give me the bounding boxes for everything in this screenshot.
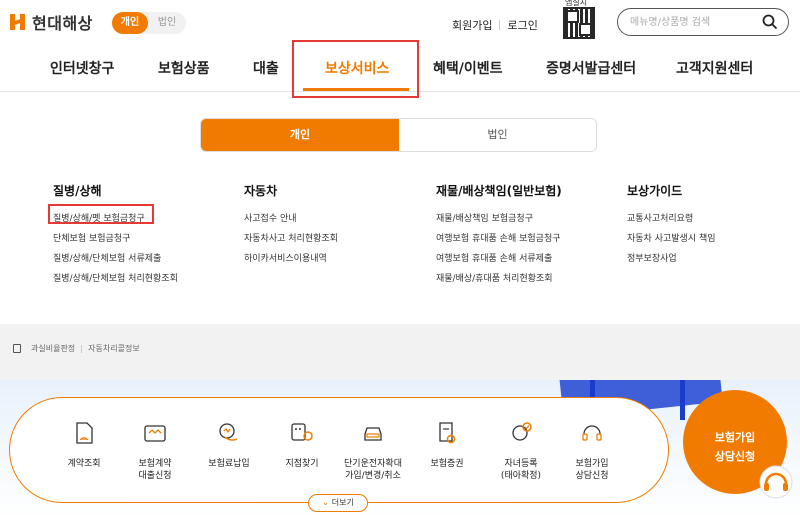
divider	[499, 20, 501, 30]
toggle-corporate[interactable]: 법인	[150, 12, 184, 34]
quick-short-term-driver[interactable]: 단기운전자확대 가입/변경/취소	[338, 420, 408, 482]
logo[interactable]: 현대해상	[8, 10, 93, 34]
menu-link[interactable]: 여행보험 휴대품 손해 보험금청구	[436, 229, 562, 249]
gnb-internet-window[interactable]: 인터넷창구	[50, 58, 114, 78]
utility-links: 회원가입 로그인	[452, 17, 538, 33]
chevron-down-icon: ⌄	[322, 498, 329, 507]
tab-personal[interactable]: 개인	[201, 119, 399, 151]
more-label: 더보기	[331, 498, 354, 507]
quick-label: 보험증권	[430, 459, 464, 469]
gnb-customer-support[interactable]: 고객지원센터	[676, 58, 753, 78]
map-pin-icon	[291, 423, 313, 441]
divider	[81, 344, 83, 353]
menu-link[interactable]: 자동차 사고발생시 책임	[627, 229, 716, 249]
quick-find-branch[interactable]: 지점찾기	[267, 420, 337, 470]
consultation-label: 보험가입 상담신청	[683, 428, 787, 466]
column-title: 질병/상해	[53, 184, 102, 198]
menu-link[interactable]: 재물/배상책임 보험금청구	[436, 209, 562, 229]
gnb-benefits-events[interactable]: 혜택/이벤트	[433, 58, 503, 78]
breadcrumb: 과실비율판정 자동차리콜정보	[13, 343, 140, 354]
nav-highlight-box	[292, 40, 419, 98]
document-search-icon	[76, 422, 93, 444]
menu-link[interactable]: 하이카서비스이용내역	[244, 249, 338, 269]
menu-link[interactable]: 자동차사고 처리현황조회	[244, 229, 338, 249]
menu-column-illness: 질병/상해 질병/상해/펫 보험금청구 단체보험 보험금청구 질병/상해/단체보…	[53, 182, 178, 289]
menu-column-guide: 보상가이드 교통사고처리요령 자동차 사고발생시 책임 정부보장사업	[627, 182, 716, 269]
menu-link[interactable]: 여행보험 휴대품 손해 서류제출	[436, 249, 562, 269]
wallet-icon	[144, 425, 166, 442]
quick-label: 보험가입 상담신청	[575, 459, 609, 481]
search-input[interactable]	[630, 14, 760, 30]
quick-label: 계약조회	[67, 459, 101, 469]
gnb-insurance-products[interactable]: 보험상품	[158, 58, 210, 78]
menu-column-property: 재물/배상책임(일반보험) 재물/배상책임 보험금청구 여행보험 휴대품 손해 …	[436, 182, 562, 289]
car-icon	[364, 427, 382, 441]
menu-link[interactable]: 질병/상해/단체보험 처리현황조회	[53, 269, 178, 289]
menu-link[interactable]: 정부보장사업	[627, 249, 716, 269]
column-title: 자동차	[244, 184, 278, 198]
consultation-line1: 보험가입	[714, 431, 756, 444]
logo-icon	[8, 12, 28, 32]
menu-link[interactable]: 교통사고처리요령	[627, 209, 716, 229]
document-icon	[13, 344, 21, 353]
quick-child-registration[interactable]: 자녀등록 (태아확정)	[486, 420, 556, 482]
quick-premium-payment[interactable]: 보험료납입	[194, 420, 264, 470]
quick-label: 보험료납입	[208, 459, 250, 469]
login-link[interactable]: 로그인	[507, 17, 537, 33]
logo-text: 현대해상	[32, 14, 93, 33]
menu-link[interactable]: 재물/배상/휴대품 처리현황조회	[436, 269, 562, 289]
gnb-certificate-center[interactable]: 증명서발급센터	[546, 58, 636, 78]
breadcrumb-link[interactable]: 과실비율판정	[31, 343, 75, 354]
quick-label: 자녀등록 (태아확정)	[500, 459, 542, 481]
more-button[interactable]: ⌄ 더보기	[308, 494, 368, 512]
quick-policy-loan[interactable]: 보험계약 대출신청	[120, 420, 190, 482]
column-title: 재물/배상책임(일반보험)	[436, 184, 562, 198]
search-box	[617, 8, 789, 36]
menu-link[interactable]: 단체보험 보험금청구	[53, 229, 178, 249]
qr-code-icon[interactable]	[563, 7, 595, 39]
customer-tabs: 개인 법인	[200, 118, 597, 152]
tab-corporate[interactable]: 법인	[399, 119, 596, 151]
quick-label: 단기운전자확대 가입/변경/취소	[344, 459, 402, 481]
quick-contract-inquiry[interactable]: 계약조회	[49, 420, 119, 470]
column-title: 보상가이드	[627, 184, 683, 198]
baby-icon	[512, 422, 532, 441]
menu-link[interactable]: 사고접수 안내	[244, 209, 338, 229]
quick-label: 지점찾기	[285, 459, 319, 469]
gnb-loan[interactable]: 대출	[253, 58, 279, 78]
headset-icon	[582, 425, 602, 441]
menu-link[interactable]: 질병/상해/단체보험 서류제출	[53, 249, 178, 269]
toggle-personal[interactable]: 개인	[112, 12, 148, 34]
banner-decoration	[680, 380, 685, 420]
certificate-icon	[439, 422, 456, 444]
customer-type-toggle[interactable]: 개인 법인	[112, 12, 186, 34]
quick-consultation-request[interactable]: 보험가입 상담신청	[557, 420, 627, 482]
signup-link[interactable]: 회원가입	[452, 17, 492, 33]
quick-label: 보험계약 대출신청	[138, 459, 172, 481]
link-highlight-box	[48, 204, 154, 224]
search-icon[interactable]	[762, 14, 778, 30]
headset-icon	[759, 465, 793, 499]
breadcrumb-link[interactable]: 자동차리콜정보	[88, 343, 140, 354]
quick-policy-certificate[interactable]: 보험증권	[412, 420, 482, 470]
menu-column-auto: 자동차 사고접수 안내 자동차사고 처리현황조회 하이카서비스이용내역	[244, 182, 338, 269]
coin-hand-icon	[219, 423, 238, 441]
